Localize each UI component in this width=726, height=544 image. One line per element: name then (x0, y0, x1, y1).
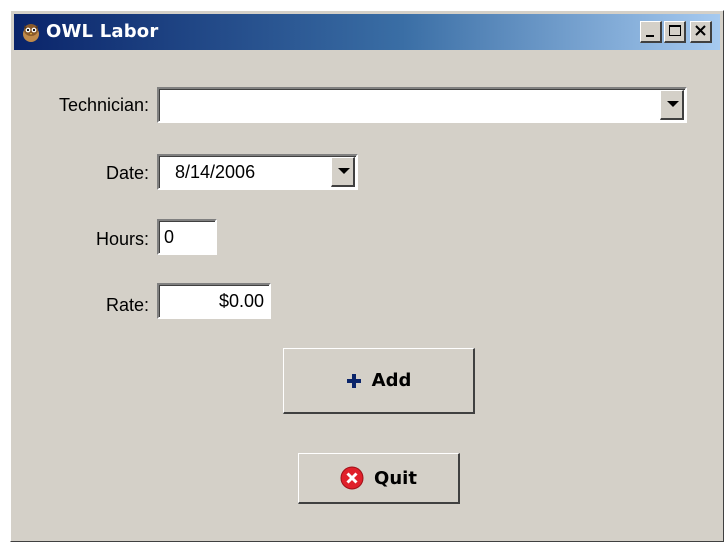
date-picker[interactable]: 8/14/2006 (157, 154, 358, 190)
chevron-down-icon (338, 168, 350, 174)
quit-button[interactable]: Quit (298, 453, 460, 504)
maximize-button[interactable] (664, 21, 686, 43)
rate-label: Rate: (105, 295, 149, 315)
date-dropdown-button[interactable] (331, 157, 355, 187)
rate-input[interactable]: $0.00 (157, 283, 271, 319)
quit-button-label: Quit (374, 467, 417, 489)
hours-value: 0 (164, 227, 175, 247)
minimize-icon (646, 35, 654, 37)
date-value: 8/14/2006 (175, 162, 256, 182)
minimize-button[interactable] (640, 21, 662, 43)
owl-app-icon (23, 24, 39, 42)
owl-labor-window: OWL Labor Technician: Date: 8/14/2006 Ho… (10, 10, 724, 542)
close-circle-icon (340, 466, 364, 490)
plus-icon (346, 373, 362, 389)
technician-dropdown-button[interactable] (660, 90, 684, 120)
chevron-down-icon (667, 101, 679, 107)
rate-value: $0.00 (218, 291, 264, 311)
add-button[interactable]: Add (283, 348, 475, 414)
title-bar[interactable]: OWL Labor (14, 14, 720, 50)
technician-dropdown[interactable] (157, 87, 687, 123)
window-title: OWL Labor (46, 21, 159, 42)
hours-label: Hours: (95, 229, 149, 249)
close-icon (695, 25, 706, 36)
hours-input[interactable]: 0 (157, 219, 217, 255)
date-label: Date: (105, 163, 149, 183)
technician-label: Technician: (58, 95, 149, 115)
maximize-icon (669, 25, 681, 36)
close-button[interactable] (690, 21, 712, 43)
add-button-label: Add (371, 370, 412, 391)
